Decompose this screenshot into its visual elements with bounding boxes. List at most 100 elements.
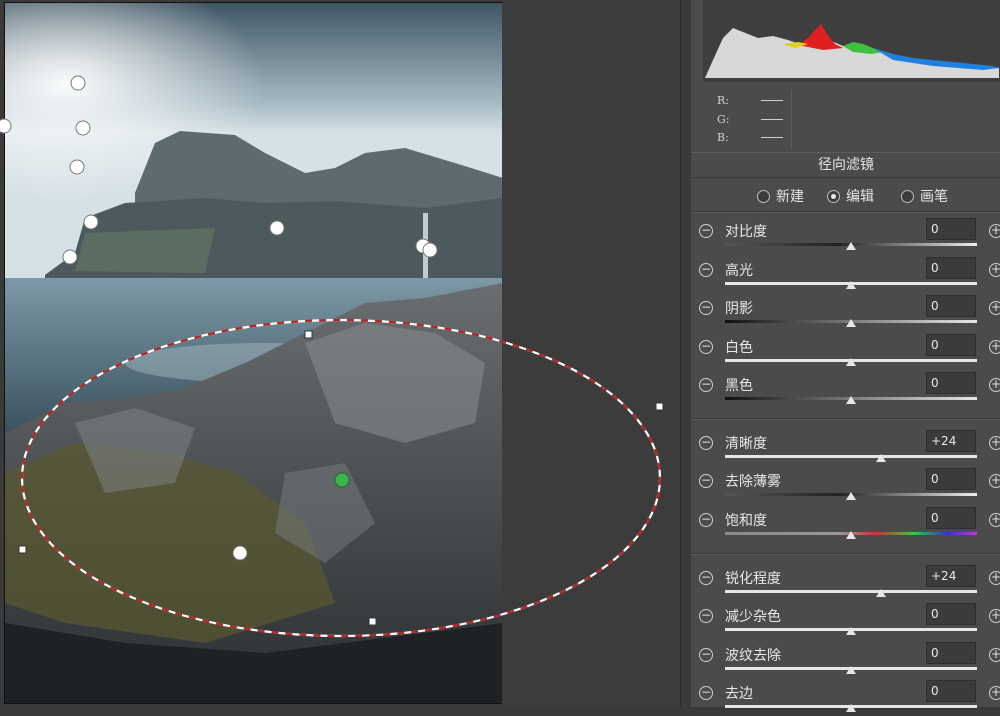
mode-brush-label: 画笔 <box>920 189 948 205</box>
decrease-icon[interactable]: − <box>699 609 713 623</box>
radio-brush[interactable] <box>901 189 914 203</box>
ellipse-handle-top[interactable] <box>304 330 313 339</box>
divider <box>691 211 1000 213</box>
mode-new-label: 新建 <box>776 189 804 205</box>
mode-selector: 新建 编辑 画笔 <box>691 180 1000 210</box>
slider-track[interactable] <box>725 590 977 593</box>
slider-row-6: − 去除薄雾 0 + <box>681 466 1000 504</box>
landscape-photo <box>5 3 503 703</box>
slider-value-field[interactable]: 0 <box>926 257 976 279</box>
increase-icon[interactable]: + <box>989 513 1000 527</box>
slider-thumb[interactable] <box>846 319 856 327</box>
increase-icon[interactable]: + <box>989 436 1000 450</box>
slider-value-field[interactable]: +24 <box>926 565 976 587</box>
decrease-icon[interactable]: − <box>699 378 713 392</box>
increase-icon[interactable]: + <box>989 263 1000 277</box>
slider-value-field[interactable]: 0 <box>926 295 976 317</box>
slider-label: 饱和度 <box>725 513 767 529</box>
slider-row-4: − 黑色 0 + <box>681 370 1000 408</box>
slider-thumb[interactable] <box>846 242 856 250</box>
increase-icon[interactable]: + <box>989 301 1000 315</box>
increase-icon[interactable]: + <box>989 340 1000 354</box>
filter-pin[interactable] <box>69 159 85 175</box>
slider-value-field[interactable]: 0 <box>926 218 976 240</box>
slider-row-2: − 阴影 0 + <box>681 293 1000 331</box>
increase-icon[interactable]: + <box>989 474 1000 488</box>
filter-pin[interactable] <box>422 242 438 258</box>
radio-new[interactable] <box>757 189 770 203</box>
slider-label: 阴影 <box>725 301 753 317</box>
slider-value-field[interactable]: 0 <box>926 642 976 664</box>
slider-value-field[interactable]: 0 <box>926 603 976 625</box>
decrease-icon[interactable]: − <box>699 571 713 585</box>
slider-row-10: − 波纹去除 0 + <box>681 640 1000 678</box>
slider-thumb[interactable] <box>876 454 887 462</box>
decrease-icon[interactable]: − <box>699 474 713 488</box>
slider-label: 白色 <box>725 340 753 356</box>
decrease-icon[interactable]: − <box>699 340 713 354</box>
decrease-icon[interactable]: − <box>699 301 713 315</box>
slider-value-field[interactable]: 0 <box>926 680 976 702</box>
slider-thumb[interactable] <box>846 627 856 635</box>
photo-canvas[interactable] <box>4 2 504 704</box>
rgb-value-g <box>761 119 783 120</box>
slider-thumb[interactable] <box>846 358 856 366</box>
filter-pin-active[interactable] <box>334 472 350 488</box>
ellipse-handle-bottom[interactable] <box>368 617 377 626</box>
increase-icon[interactable]: + <box>989 686 1000 700</box>
slider-thumb[interactable] <box>846 396 856 404</box>
slider-value-field[interactable]: 0 <box>926 507 976 529</box>
rgb-label-b: B: <box>717 131 729 144</box>
increase-icon[interactable]: + <box>989 648 1000 662</box>
slider-track[interactable] <box>725 455 977 458</box>
filter-pin[interactable] <box>0 118 12 134</box>
slider-label: 高光 <box>725 263 753 279</box>
slider-label: 清晰度 <box>725 436 767 452</box>
slider-thumb[interactable] <box>846 666 856 674</box>
mode-brush[interactable]: 画笔 <box>901 186 948 206</box>
decrease-icon[interactable]: − <box>699 513 713 527</box>
slider-value-field[interactable]: 0 <box>926 372 976 394</box>
slider-row-0: − 对比度 0 + <box>681 216 1000 254</box>
slider-label: 黑色 <box>725 378 753 394</box>
slider-value-field[interactable]: 0 <box>926 468 976 490</box>
histogram <box>703 0 1000 82</box>
filter-pin[interactable] <box>232 545 248 561</box>
slider-thumb[interactable] <box>846 281 856 289</box>
slider-row-3: − 白色 0 + <box>681 332 1000 370</box>
filter-pin[interactable] <box>83 214 99 230</box>
slider-row-8: − 锐化程度 +24 + <box>681 563 1000 601</box>
adjustment-panel: R: G: B: 径向滤镜 新建 编辑 画笔 − 对比度 0 + − 高光 0 + − 阴影 0 + −… <box>680 0 1000 712</box>
filter-pin[interactable] <box>75 120 91 136</box>
slider-label: 去除薄雾 <box>725 474 781 490</box>
slider-row-11: − 去边 0 + <box>681 678 1000 716</box>
decrease-icon[interactable]: − <box>699 436 713 450</box>
slider-thumb[interactable] <box>876 589 887 597</box>
slider-label: 波纹去除 <box>725 648 781 664</box>
decrease-icon[interactable]: − <box>699 263 713 277</box>
increase-icon[interactable]: + <box>989 224 1000 238</box>
radio-edit[interactable] <box>827 189 840 203</box>
mode-edit[interactable]: 编辑 <box>827 186 874 206</box>
mode-edit-label: 编辑 <box>846 189 874 205</box>
decrease-icon[interactable]: − <box>699 224 713 238</box>
decrease-icon[interactable]: − <box>699 686 713 700</box>
slider-value-field[interactable]: +24 <box>926 430 976 452</box>
slider-thumb[interactable] <box>846 492 856 500</box>
increase-icon[interactable]: + <box>989 378 1000 392</box>
slider-label: 锐化程度 <box>725 571 781 587</box>
filter-pin[interactable] <box>62 249 78 265</box>
filter-pin[interactable] <box>70 75 86 91</box>
slider-row-9: − 减少杂色 0 + <box>681 601 1000 639</box>
slider-value-field[interactable]: 0 <box>926 334 976 356</box>
mode-new[interactable]: 新建 <box>757 186 804 206</box>
decrease-icon[interactable]: − <box>699 648 713 662</box>
increase-icon[interactable]: + <box>989 609 1000 623</box>
ellipse-handle-right[interactable] <box>655 402 664 411</box>
slider-row-1: − 高光 0 + <box>681 255 1000 293</box>
increase-icon[interactable]: + <box>989 571 1000 585</box>
filter-pin[interactable] <box>269 220 285 236</box>
slider-thumb[interactable] <box>846 704 856 712</box>
slider-thumb[interactable] <box>846 531 856 539</box>
ellipse-handle-left[interactable] <box>18 545 27 554</box>
